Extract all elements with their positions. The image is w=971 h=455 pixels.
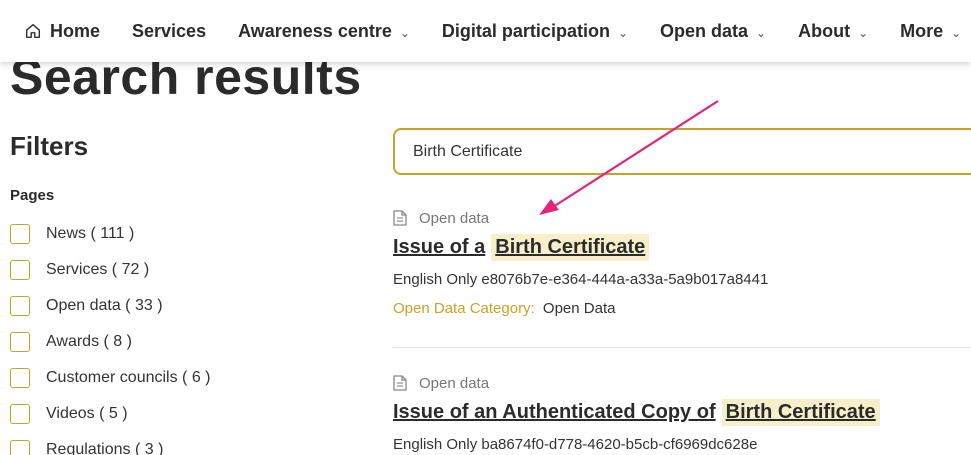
home-icon bbox=[25, 23, 41, 39]
filter-label: News ( 111 ) bbox=[46, 225, 135, 242]
filter-videos[interactable]: Videos ( 5 ) bbox=[10, 396, 211, 432]
document-icon bbox=[393, 210, 407, 226]
filter-open-data[interactable]: Open data ( 33 ) bbox=[10, 288, 211, 324]
search-result: Open data Issue of an Authenticated Copy… bbox=[393, 373, 971, 453]
result-title-link[interactable]: Issue of an Authenticated Copy of Birth … bbox=[393, 399, 971, 426]
filter-label: Regulations ( 3 ) bbox=[46, 441, 164, 455]
chevron-down-icon: ⌄ bbox=[617, 26, 628, 40]
result-type: Open data bbox=[393, 208, 971, 228]
search-box bbox=[393, 128, 971, 175]
search-input[interactable] bbox=[413, 142, 971, 161]
filter-checkbox[interactable] bbox=[10, 368, 30, 388]
filter-checkbox[interactable] bbox=[10, 260, 30, 280]
nav-more[interactable]: More ⌄ bbox=[900, 21, 961, 42]
filters-group-label: Pages bbox=[10, 187, 55, 204]
filter-label: Awards ( 8 ) bbox=[46, 333, 132, 350]
filter-checkbox[interactable] bbox=[10, 404, 30, 424]
chevron-down-icon: ⌄ bbox=[399, 26, 410, 40]
filter-regulations[interactable]: Regulations ( 3 ) bbox=[10, 432, 211, 455]
filter-checkbox[interactable] bbox=[10, 332, 30, 352]
filter-services[interactable]: Services ( 72 ) bbox=[10, 252, 211, 288]
main-nav: Home Services Awareness centre ⌄ Digital… bbox=[0, 0, 971, 62]
filter-customer-councils[interactable]: Customer councils ( 6 ) bbox=[10, 360, 211, 396]
chevron-down-icon: ⌄ bbox=[951, 26, 962, 40]
result-type-label: Open data bbox=[419, 374, 490, 392]
nav-about-label: About bbox=[798, 20, 851, 41]
filter-label: Services ( 72 ) bbox=[46, 261, 150, 278]
nav-services-label: Services bbox=[132, 20, 207, 41]
result-title-prefix: Issue of a bbox=[393, 236, 486, 258]
result-subtitle: English Only e8076b7e-e364-444a-a33a-5a9… bbox=[393, 271, 769, 288]
nav-open-data[interactable]: Open data ⌄ bbox=[660, 21, 766, 42]
filter-checkbox[interactable] bbox=[10, 440, 30, 455]
filter-news[interactable]: News ( 111 ) bbox=[10, 216, 211, 252]
nav-more-label: More bbox=[900, 20, 944, 41]
result-title-prefix: Issue of an Authenticated Copy of bbox=[393, 401, 716, 423]
filter-label: Videos ( 5 ) bbox=[46, 405, 128, 422]
result-title-link[interactable]: Issue of a Birth Certificate bbox=[393, 234, 971, 261]
search-result: Open data Issue of a Birth Certificate E… bbox=[393, 208, 971, 318]
chevron-down-icon: ⌄ bbox=[858, 26, 869, 40]
result-title-highlight: Birth Certificate bbox=[721, 399, 880, 426]
result-category-value: Open Data bbox=[542, 300, 616, 317]
filter-awards[interactable]: Awards ( 8 ) bbox=[10, 324, 211, 360]
filter-list: News ( 111 ) Services ( 72 ) Open data (… bbox=[10, 216, 211, 455]
filter-label: Open data ( 33 ) bbox=[46, 297, 163, 314]
chevron-down-icon: ⌄ bbox=[756, 26, 767, 40]
filter-label: Customer councils ( 6 ) bbox=[46, 369, 211, 386]
nav-digital-participation[interactable]: Digital participation ⌄ bbox=[442, 21, 628, 42]
document-icon bbox=[393, 375, 407, 391]
nav-awareness-label: Awareness centre bbox=[238, 20, 392, 41]
filters-title: Filters bbox=[10, 131, 89, 161]
nav-open-data-label: Open data bbox=[660, 20, 749, 41]
nav-awareness-centre[interactable]: Awareness centre ⌄ bbox=[238, 21, 410, 42]
nav-about[interactable]: About ⌄ bbox=[798, 21, 868, 42]
result-type: Open data bbox=[393, 373, 971, 393]
nav-services[interactable]: Services bbox=[132, 21, 206, 42]
filter-checkbox[interactable] bbox=[10, 296, 30, 316]
filter-checkbox[interactable] bbox=[10, 224, 30, 244]
result-subtitle: English Only ba8674f0-d778-4620-b5cb-cf6… bbox=[393, 436, 758, 453]
nav-digital-label: Digital participation bbox=[441, 20, 610, 41]
result-title-highlight: Birth Certificate bbox=[491, 234, 650, 261]
result-divider bbox=[393, 347, 971, 348]
nav-home-label: Home bbox=[50, 20, 101, 41]
result-type-label: Open data bbox=[419, 209, 490, 227]
result-category-key: Open Data Category: bbox=[393, 300, 535, 317]
nav-home[interactable]: Home bbox=[24, 21, 100, 42]
result-category: Open Data Category: Open Data bbox=[393, 300, 971, 317]
